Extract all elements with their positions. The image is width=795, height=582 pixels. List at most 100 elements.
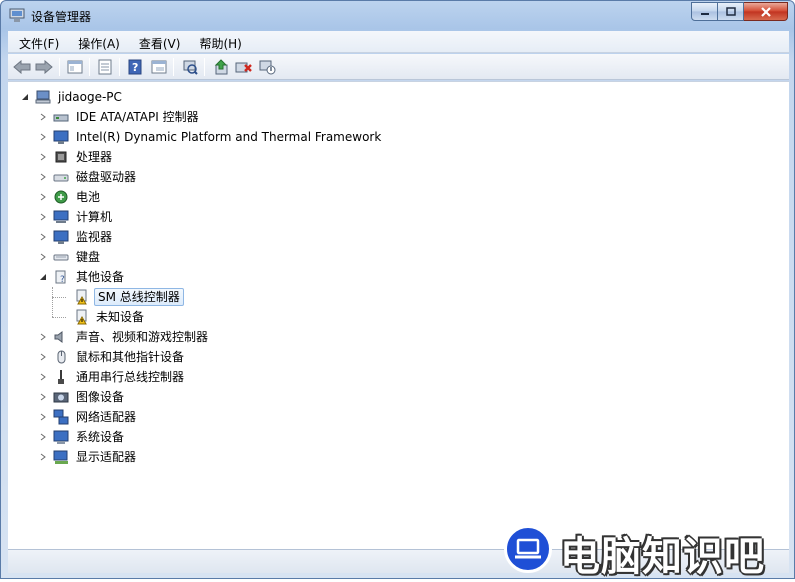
battery-icon	[53, 189, 69, 205]
tree-category-item[interactable]: 声音、视频和游戏控制器	[38, 327, 210, 347]
menu-view[interactable]: 查看(V)	[128, 31, 189, 53]
monitor-icon	[53, 129, 69, 145]
watermark-text: 电脑知识吧	[560, 534, 765, 580]
forward-icon	[35, 60, 53, 74]
uninstall-button[interactable]	[234, 58, 254, 76]
expand-arrow-icon[interactable]	[38, 253, 47, 262]
update-driver-button[interactable]	[211, 58, 231, 76]
tree-category-item[interactable]: 鼠标和其他指针设备	[38, 347, 186, 367]
tree-item-label: Intel(R) Dynamic Platform and Thermal Fr…	[76, 130, 382, 144]
forward-button[interactable]	[34, 58, 54, 76]
show-hidden-button[interactable]	[149, 58, 169, 76]
tree-root[interactable]: jidaoge-PC	[20, 87, 124, 107]
update-driver-icon	[214, 59, 228, 75]
expand-arrow-icon[interactable]	[38, 333, 47, 342]
tree-item-label: 其他设备	[76, 270, 125, 284]
expand-arrow-icon[interactable]	[38, 233, 47, 242]
tree-item-label: SM 总线控制器	[94, 288, 184, 306]
tree-category-item[interactable]: ? 其他设备	[38, 267, 126, 287]
expand-arrow-icon[interactable]	[38, 413, 47, 422]
collapse-arrow-icon[interactable]	[20, 93, 29, 102]
minimize-icon	[700, 12, 709, 15]
mouse-icon	[53, 349, 69, 365]
watermark-logo: 电脑知识吧	[502, 522, 792, 580]
tree-item-label: 监视器	[76, 230, 113, 244]
back-icon	[13, 60, 31, 74]
collapse-arrow-icon[interactable]	[38, 273, 47, 282]
tree-category-item[interactable]: 处理器	[38, 147, 114, 167]
properties-pane-button[interactable]	[65, 58, 85, 76]
monitor-icon	[53, 229, 69, 245]
tree-category-item[interactable]: Intel(R) Dynamic Platform and Thermal Fr…	[38, 127, 383, 147]
close-button[interactable]	[744, 2, 788, 21]
keyboard-icon	[53, 249, 69, 265]
expand-arrow-icon[interactable]	[38, 173, 47, 182]
camera-icon	[53, 389, 69, 405]
tree-category-item[interactable]: 系统设备	[38, 427, 126, 447]
expand-arrow-icon[interactable]	[38, 393, 47, 402]
tree-child-item[interactable]: SM 总线控制器	[58, 287, 184, 307]
system-device-icon	[53, 429, 69, 445]
tree-category-item[interactable]: IDE ATA/ATAPI 控制器	[38, 107, 201, 127]
scan-hardware-button[interactable]	[180, 58, 200, 76]
display-adapter-icon	[53, 449, 69, 465]
tree-category-item[interactable]: 显示适配器	[38, 447, 138, 467]
tree-category-item[interactable]: 图像设备	[38, 387, 126, 407]
back-button[interactable]	[12, 58, 32, 76]
tree-child-item[interactable]: 未知设备	[58, 307, 146, 327]
tree-item-label: 计算机	[76, 210, 113, 224]
menu-action[interactable]: 操作(A)	[67, 31, 128, 53]
expand-arrow-icon[interactable]	[38, 153, 47, 162]
title-bar[interactable]: 设备管理器	[1, 1, 794, 31]
scan-hardware-icon	[183, 60, 198, 75]
device-list-icon	[98, 59, 112, 75]
svg-text:?: ?	[60, 275, 65, 285]
network-icon	[53, 409, 69, 425]
expand-arrow-icon[interactable]	[38, 433, 47, 442]
ide-controller-icon	[53, 109, 69, 125]
properties-pane-icon	[67, 60, 83, 74]
expand-arrow-icon[interactable]	[38, 193, 47, 202]
expand-arrow-icon[interactable]	[38, 373, 47, 382]
expand-arrow-icon[interactable]	[38, 113, 47, 122]
tree-item-label: 键盘	[76, 250, 101, 264]
expand-arrow-icon[interactable]	[38, 453, 47, 462]
close-icon	[760, 6, 771, 17]
disable-button[interactable]	[258, 58, 278, 76]
warning-device-icon	[73, 309, 89, 325]
tree-category-item[interactable]: 监视器	[38, 227, 114, 247]
disk-drive-icon	[53, 169, 69, 185]
svg-text:?: ?	[132, 61, 138, 74]
device-list-button[interactable]	[95, 58, 115, 76]
tree-category-item[interactable]: 磁盘驱动器	[38, 167, 138, 187]
help-icon: ?	[128, 59, 142, 75]
tree-root-label: jidaoge-PC	[58, 90, 122, 104]
device-tree[interactable]: jidaoge-PC IDE ATA/ATAPI 控制器 Intel(R) Dyn…	[8, 81, 789, 549]
expand-arrow-icon[interactable]	[38, 213, 47, 222]
tree-item-label: 未知设备	[96, 310, 145, 324]
warning-device-icon	[73, 289, 89, 305]
tree-category-item[interactable]: 网络适配器	[38, 407, 138, 427]
tree-category-item[interactable]: 电池	[38, 187, 102, 207]
expand-arrow-icon[interactable]	[38, 133, 47, 142]
tree-item-label: 显示适配器	[76, 450, 137, 464]
window-title: 设备管理器	[31, 10, 92, 24]
usb-icon	[53, 369, 69, 385]
minimize-button[interactable]	[691, 2, 718, 21]
disable-icon	[259, 60, 276, 75]
unknown-device-icon: ?	[53, 269, 69, 285]
tree-category-item[interactable]: 计算机	[38, 207, 114, 227]
expand-arrow-icon[interactable]	[38, 353, 47, 362]
processor-icon	[53, 149, 69, 165]
tree-item-label: 图像设备	[76, 390, 125, 404]
tree-item-label: 磁盘驱动器	[76, 170, 137, 184]
tree-item-label: 声音、视频和游戏控制器	[76, 330, 209, 344]
computer-icon	[53, 209, 69, 225]
menu-file[interactable]: 文件(F)	[8, 31, 67, 53]
maximize-button[interactable]	[718, 2, 744, 21]
tree-category-item[interactable]: 键盘	[38, 247, 102, 267]
tree-item-label: 网络适配器	[76, 410, 137, 424]
tree-category-item[interactable]: 通用串行总线控制器	[38, 367, 186, 387]
help-button[interactable]: ?	[125, 58, 145, 76]
menu-help[interactable]: 帮助(H)	[188, 31, 249, 53]
